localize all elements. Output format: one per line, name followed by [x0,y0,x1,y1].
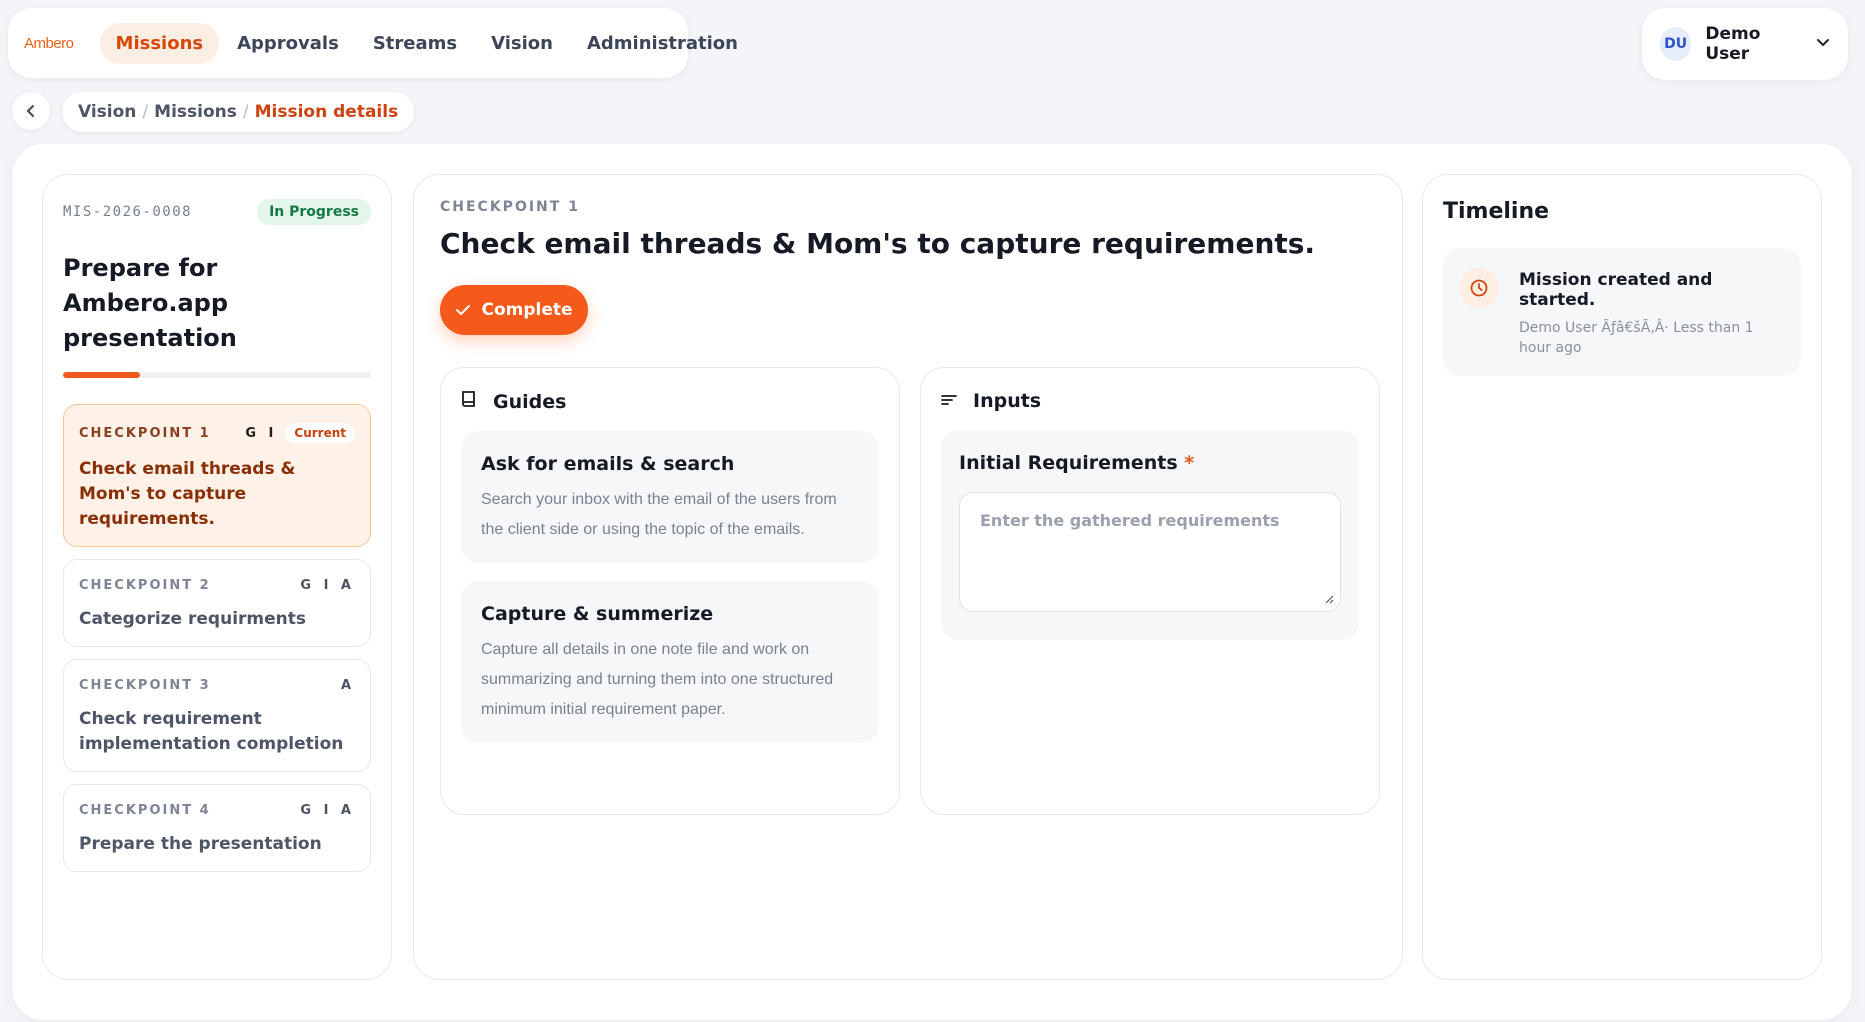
input-label: Initial Requirements [959,452,1178,474]
checkpoint-detail-label: CHECKPOINT 1 [440,199,580,215]
guide-item: Ask for emails & search Search your inbo… [461,431,879,563]
checkpoint-text: Check email threads & Mom's to capture r… [79,459,296,529]
complete-button[interactable]: Complete [440,285,588,335]
resize-handle-icon[interactable] [1325,595,1334,607]
book-icon [461,390,481,413]
checkpoint-label: CHECKPOINT 4 [79,803,211,818]
checkpoint-tags: G I [245,425,278,441]
checkpoint-text: Categorize requirments [79,609,306,629]
top-navigation: Ambero Missions Approvals Streams Vision… [8,8,738,78]
guide-description: Search your inbox with the email of the … [481,491,837,538]
check-icon [455,301,471,320]
guide-title: Capture & summerize [481,603,714,625]
mission-progress-fill [63,372,140,378]
guide-title: Ask for emails & search [481,453,735,475]
breadcrumb-vision[interactable]: Vision [78,102,136,122]
nav-tab-administration[interactable]: Administration [571,23,754,64]
checkpoint-item-2[interactable]: CHECKPOINT 2 G I A Categorize requirment… [63,559,371,647]
app-logo[interactable]: Ambero [24,35,74,52]
nav-tab-missions[interactable]: Missions [99,22,220,64]
main-panel: MIS-2026-0008 In Progress Prepare for Am… [12,144,1852,1020]
complete-button-label: Complete [481,300,573,320]
breadcrumb-separator: / [242,102,249,122]
checkpoint-item-1[interactable]: CHECKPOINT 1 G I Current Check email thr… [63,404,371,547]
clock-icon [1459,268,1499,308]
mission-title: Prepare for Ambero.app presentation [63,254,237,352]
nav-tab-vision[interactable]: Vision [475,23,569,64]
mission-id: MIS-2026-0008 [63,204,193,220]
breadcrumb-missions[interactable]: Missions [154,102,237,122]
checkpoint-tags: A [340,678,355,693]
checkpoint-label: CHECKPOINT 3 [79,678,211,693]
checkpoint-item-4[interactable]: CHECKPOINT 4 G I A Prepare the presentat… [63,784,371,872]
timeline-item-meta: Demo User Ãƒâ€šÃ‚Â· Less than 1 hour ago [1519,320,1754,356]
avatar: DU [1660,27,1692,61]
requirements-textarea[interactable]: Enter the gathered requirements [959,492,1341,612]
checkpoint-tags: G I A [300,803,355,818]
guide-item: Capture & summerize Capture all details … [461,581,879,743]
timeline-item-text: Mission created and started. [1519,270,1713,310]
user-menu-button[interactable]: DU Demo User [1642,8,1848,80]
inputs-panel: Inputs Initial Requirements * Enter the … [920,367,1380,815]
timeline-card: Timeline Mission created and started. De… [1422,174,1822,980]
checkpoint-item-3[interactable]: CHECKPOINT 3 A Check requirement impleme… [63,659,371,772]
checkpoint-detail-card: CHECKPOINT 1 Check email threads & Mom's… [413,174,1403,980]
guides-panel: Guides Ask for emails & search Search yo… [440,367,900,815]
guide-description: Capture all details in one note file and… [481,641,834,718]
nav-tab-streams[interactable]: Streams [357,23,473,64]
mission-progress-bar [63,372,371,378]
nav-tab-approvals[interactable]: Approvals [221,23,355,64]
timeline-title: Timeline [1443,199,1550,224]
checkpoint-detail-title: Check email threads & Mom's to capture r… [440,227,1316,260]
inputs-title: Inputs [973,390,1042,412]
checkpoint-text: Check requirement implementation complet… [79,709,344,754]
user-name: Demo User [1705,24,1761,64]
chevron-left-icon [26,105,34,117]
checkpoint-tags: G I A [300,578,355,593]
lines-icon [941,390,961,412]
back-button[interactable] [12,92,50,130]
breadcrumb-separator: / [142,102,149,122]
mission-summary-card: MIS-2026-0008 In Progress Prepare for Am… [42,174,392,980]
status-badge: In Progress [257,199,371,225]
required-mark: * [1184,452,1195,474]
guides-title: Guides [493,390,567,413]
breadcrumb-current: Mission details [254,102,399,122]
chevron-down-icon [1816,36,1830,52]
checkpoint-label: CHECKPOINT 2 [79,578,211,593]
breadcrumb: Vision / Missions / Mission details [62,92,415,132]
timeline-item: Mission created and started. Demo User Ã… [1443,248,1801,376]
input-group: Initial Requirements * Enter the gathere… [941,430,1359,640]
checkpoint-text: Prepare the presentation [79,834,322,854]
checkpoint-label: CHECKPOINT 1 [79,425,211,441]
textarea-placeholder: Enter the gathered requirements [980,511,1280,530]
current-badge: Current [285,423,355,443]
